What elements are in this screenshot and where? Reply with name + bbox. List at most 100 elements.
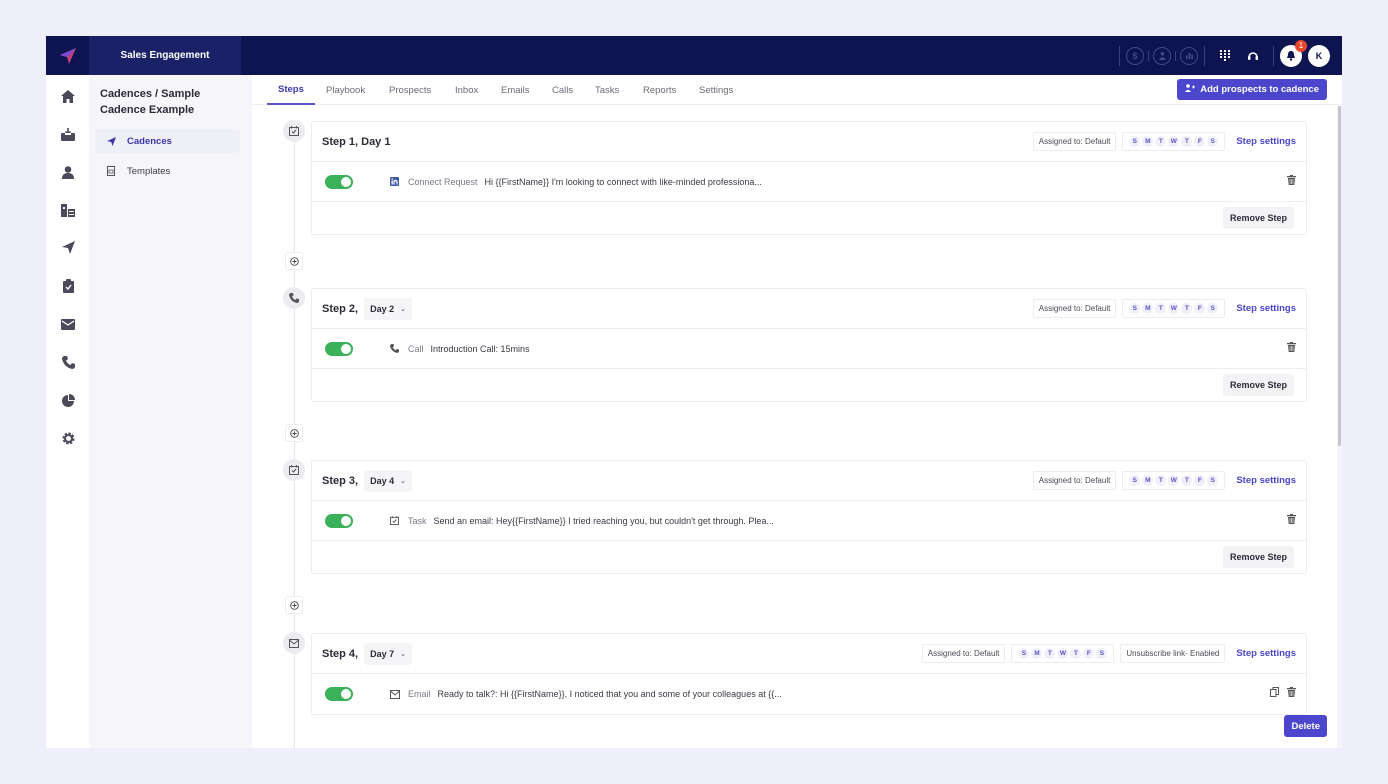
subnav-item-cadences[interactable]: Cadences	[95, 129, 240, 153]
headset-icon[interactable]	[1242, 45, 1264, 67]
step-settings-link[interactable]: Step settings	[1236, 475, 1296, 486]
dialpad-icon[interactable]	[1214, 45, 1236, 67]
day-dropdown[interactable]: Day 2 ⌄	[364, 297, 412, 320]
avatar[interactable]: K	[1308, 44, 1330, 67]
day-badge: S	[1207, 136, 1219, 147]
step-toggle[interactable]	[325, 687, 353, 701]
tab-settings[interactable]: Settings	[699, 75, 733, 105]
step-toggle[interactable]	[325, 513, 353, 528]
chart-icon[interactable]	[1180, 46, 1198, 65]
day-badge: T	[1181, 475, 1193, 486]
step-card: Step 4, Day 7 ⌄ Assigned to: Default SMTW…	[311, 633, 1307, 715]
add-prospects-label: Add prospects to cadence	[1200, 84, 1319, 95]
inbox-icon[interactable]	[58, 124, 78, 144]
day-badge: F	[1194, 303, 1206, 314]
days-of-week: SMTWTFS	[1122, 471, 1226, 490]
day-badge: T	[1070, 648, 1082, 659]
bell-icon[interactable]: 1	[1280, 39, 1307, 67]
step-card: Step 2, Day 2 ⌄ Assigned to: Default SMTW…	[311, 288, 1307, 402]
add-prospects-button[interactable]: Add prospects to cadence	[1177, 79, 1327, 100]
step-settings-link[interactable]: Step settings	[1236, 136, 1296, 147]
step-title: Step 3,	[322, 474, 359, 487]
trash-icon[interactable]	[1287, 687, 1296, 697]
tab-reports[interactable]: Reports	[643, 75, 676, 105]
days-of-week: SMTWTFS	[1011, 644, 1115, 663]
step-content-text[interactable]: Hi {{FirstName}} I'm looking to connect …	[485, 177, 762, 187]
step-content-text[interactable]: Ready to talk?: Hi {{FirstName}}, I noti…	[438, 689, 782, 699]
channel-label: Connect Request	[408, 176, 478, 187]
divider	[1273, 45, 1274, 66]
steps-content: Step 1, Day 1 Assigned to: Default SMTWT…	[252, 106, 1342, 748]
chevron-down-icon: ⌄	[400, 477, 406, 485]
day-badge: S	[1129, 136, 1141, 147]
settings-icon[interactable]	[58, 428, 78, 448]
phone-icon	[390, 344, 402, 353]
tab-inbox[interactable]: Inbox	[455, 75, 478, 105]
home-icon[interactable]	[58, 86, 78, 106]
task-icon	[283, 120, 305, 142]
dollar-icon[interactable]: $	[1126, 46, 1144, 65]
divider	[1175, 50, 1176, 61]
scrollbar-thumb[interactable]	[1338, 106, 1341, 446]
clipboard-icon[interactable]	[58, 276, 78, 296]
add-step-button[interactable]	[285, 596, 303, 614]
step-toggle[interactable]	[325, 341, 353, 356]
day-dropdown[interactable]: Day 7 ⌄	[364, 642, 412, 665]
day-badge: M	[1142, 136, 1154, 147]
email-icon	[283, 632, 305, 654]
step-settings-link[interactable]: Step settings	[1236, 303, 1296, 314]
send-icon[interactable]	[58, 237, 78, 257]
step-title: Step 2,	[322, 302, 359, 315]
tab-tasks[interactable]: Tasks	[595, 75, 619, 105]
day-badge: F	[1194, 136, 1206, 147]
remove-step-button[interactable]: Remove Step	[1222, 546, 1294, 568]
tab-calls[interactable]: Calls	[552, 75, 573, 105]
logo-icon[interactable]	[46, 36, 89, 75]
day-badge: T	[1155, 475, 1167, 486]
divider	[1204, 45, 1205, 66]
trash-icon[interactable]	[1287, 175, 1296, 185]
step-card: Step 3, Day 4 ⌄ Assigned to: Default SMTW…	[311, 460, 1307, 574]
assigned-to: Assigned to: Default	[1032, 299, 1117, 318]
remove-step-button[interactable]: Remove Step	[1222, 207, 1294, 229]
day-badge: M	[1142, 475, 1154, 486]
step-content-text[interactable]: Send an email: Hey{{FirstName}} I tried …	[434, 516, 774, 526]
copy-icon[interactable]	[1270, 687, 1279, 697]
app-window: Sales Engagement $ 1 K Cadences / Sample…	[46, 36, 1342, 748]
trash-icon[interactable]	[1287, 342, 1296, 352]
day-badge: T	[1044, 648, 1056, 659]
scrollbar[interactable]	[1337, 106, 1342, 748]
step-settings-link[interactable]: Step settings	[1236, 648, 1296, 659]
tab-emails[interactable]: Emails	[501, 75, 530, 105]
step-content-text[interactable]: Introduction Call: 15mins	[431, 344, 530, 354]
tab-prospects[interactable]: Prospects	[389, 75, 431, 105]
add-step-button[interactable]	[285, 424, 303, 442]
linkedin-icon	[390, 177, 402, 186]
remove-step-button[interactable]: Remove Step	[1222, 374, 1294, 396]
send-icon	[107, 136, 121, 146]
mail-icon[interactable]	[58, 314, 78, 334]
accounts-icon[interactable]	[58, 200, 78, 220]
day-badge: W	[1168, 136, 1180, 147]
user-circle-icon[interactable]	[1153, 46, 1171, 65]
phone-icon[interactable]	[58, 352, 78, 372]
document-icon	[107, 166, 121, 176]
day-dropdown[interactable]: Day 4 ⌄	[364, 469, 412, 492]
day-value: Day 4	[370, 475, 395, 486]
subnav-item-templates[interactable]: Templates	[95, 159, 240, 183]
pie-chart-icon[interactable]	[58, 390, 78, 410]
trash-icon[interactable]	[1287, 514, 1296, 524]
channel-label: Email	[408, 689, 431, 699]
day-badge: T	[1181, 136, 1193, 147]
add-step-button[interactable]	[285, 252, 303, 270]
tab-steps[interactable]: Steps	[267, 75, 315, 105]
day-badge: W	[1057, 648, 1069, 659]
phone-icon	[283, 287, 305, 309]
tab-playbook[interactable]: Playbook	[326, 75, 365, 105]
delete-button[interactable]: Delete	[1284, 715, 1327, 737]
day-badge: S	[1207, 475, 1219, 486]
step-toggle[interactable]	[325, 174, 353, 189]
day-badge: S	[1129, 475, 1141, 486]
user-icon[interactable]	[58, 162, 78, 182]
subnav-item-label: Cadences	[127, 135, 172, 147]
